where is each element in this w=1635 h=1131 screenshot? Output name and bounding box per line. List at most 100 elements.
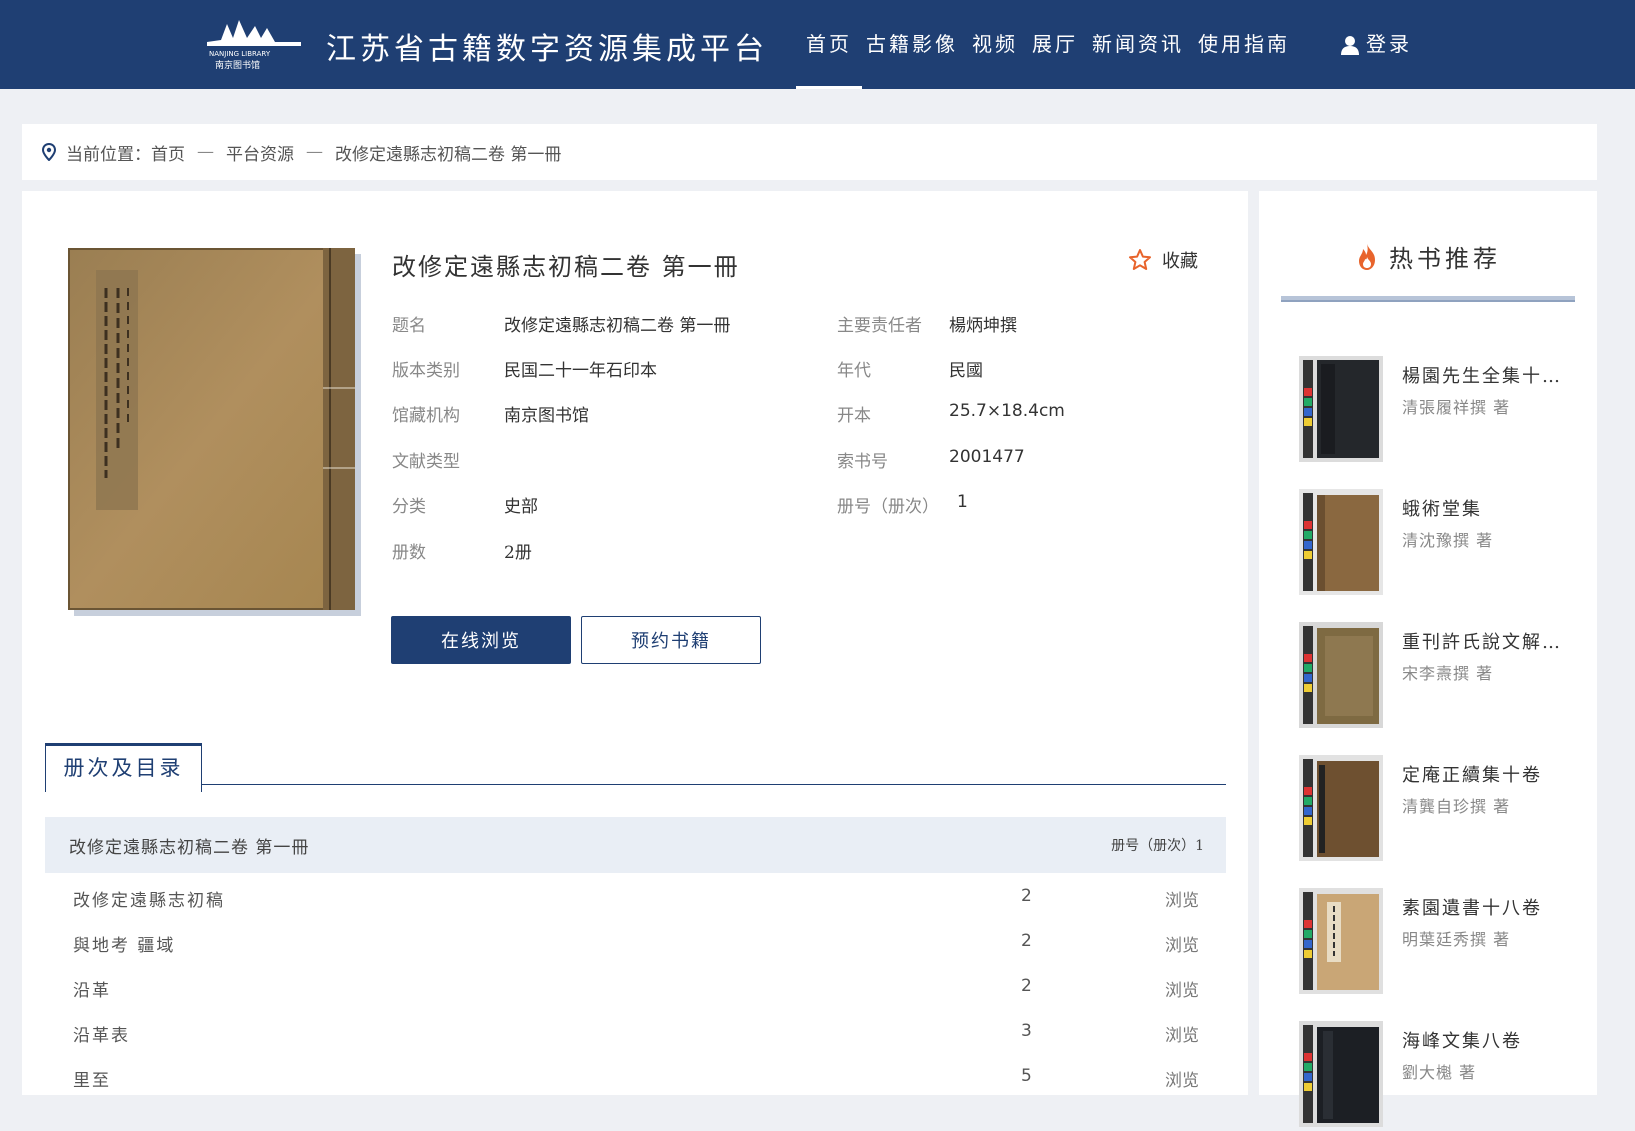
toc-entry-page: 2 bbox=[1021, 931, 1032, 951]
toc-browse-link[interactable]: 浏览 bbox=[1165, 1066, 1199, 1091]
hot-book-author: 清龔自珍撰 著 bbox=[1402, 797, 1511, 816]
login-label: 登录 bbox=[1366, 32, 1412, 56]
breadcrumb-resources[interactable]: 平台资源 bbox=[226, 140, 294, 165]
meta-key: 版本类别 bbox=[392, 361, 460, 381]
meta-key: 题名 bbox=[392, 316, 426, 336]
meta-key: 册号（册次） bbox=[837, 497, 939, 517]
reserve-book-button[interactable]: 预约书籍 bbox=[581, 616, 761, 664]
hot-book-item[interactable]: 蛾術堂集 清沈豫撰 著 bbox=[1299, 489, 1589, 599]
favorite-label: 收藏 bbox=[1162, 251, 1198, 272]
hot-book-item[interactable]: 定庵正續集十卷 清龔自珍撰 著 bbox=[1299, 755, 1589, 865]
breadcrumb-label: 当前位置： bbox=[66, 144, 151, 165]
hot-book-title: 楊園先生全集十六卷 bbox=[1402, 366, 1572, 387]
meta-key: 索书号 bbox=[837, 452, 888, 472]
favorite-button[interactable]: 收藏 bbox=[1128, 247, 1198, 273]
book-cover-image[interactable] bbox=[68, 248, 355, 610]
hot-book-thumbnail bbox=[1299, 622, 1383, 728]
nav-video[interactable]: 视频 bbox=[972, 0, 1018, 89]
toc-entry-title: 沿革 bbox=[73, 981, 111, 1001]
meta-key: 馆藏机构 bbox=[392, 406, 460, 426]
tab-volumes-toc[interactable]: 册次及目录 bbox=[45, 743, 202, 792]
svg-text:南京图书馆: 南京图书馆 bbox=[215, 59, 260, 71]
hot-book-item[interactable]: 楊園先生全集十六卷 清張履祥撰 著 bbox=[1299, 356, 1589, 466]
breadcrumb: 当前位置： 首页 — 平台资源 — 改修定遠縣志初稿二卷 第一冊 bbox=[22, 124, 1597, 180]
breadcrumb-home[interactable]: 首页 bbox=[151, 140, 185, 165]
hot-book-item[interactable]: 素園遺書十八卷 明葉廷秀撰 著 bbox=[1299, 888, 1589, 998]
toc-volume-header: 改修定遠縣志初稿二卷 第一冊 册号（册次）1 bbox=[45, 817, 1226, 873]
meta-value: 2001477 bbox=[949, 447, 1025, 467]
hot-book-author: 宋李燾撰 著 bbox=[1402, 664, 1494, 683]
hot-book-thumbnail bbox=[1299, 888, 1383, 994]
top-header: NANJING LIBRARY 南京图书馆 江苏省古籍数字资源集成平台 首页 古… bbox=[0, 0, 1635, 89]
star-icon bbox=[1129, 249, 1151, 270]
toc-browse-link[interactable]: 浏览 bbox=[1165, 886, 1199, 911]
hot-book-title: 素園遺書十八卷 bbox=[1402, 898, 1542, 919]
hot-book-thumbnail bbox=[1299, 1021, 1383, 1127]
library-logo[interactable]: NANJING LIBRARY 南京图书馆 bbox=[205, 14, 305, 74]
toc-entry-title: 與地考 疆域 bbox=[73, 936, 176, 956]
svg-text:NANJING LIBRARY: NANJING LIBRARY bbox=[209, 50, 271, 58]
toc-volume-number: 册号（册次）1 bbox=[1111, 838, 1204, 854]
hot-book-author: 清張履祥撰 著 bbox=[1402, 398, 1511, 417]
sidebar-divider bbox=[1281, 296, 1575, 302]
location-pin-icon bbox=[42, 143, 56, 161]
toc-tabbar: 册次及目录 bbox=[45, 743, 1226, 792]
book-detail-panel: 改修定遠縣志初稿二卷 第一冊 收藏 题名 改修定遠縣志初稿二卷 第一冊 版本类别… bbox=[22, 191, 1248, 1095]
nav-news[interactable]: 新闻资讯 bbox=[1092, 0, 1184, 89]
meta-value: 改修定遠縣志初稿二卷 第一冊 bbox=[504, 316, 731, 336]
toc-entry-page: 2 bbox=[1021, 886, 1032, 906]
meta-key: 年代 bbox=[837, 361, 871, 381]
toc-browse-link[interactable]: 浏览 bbox=[1165, 1021, 1199, 1046]
hot-book-thumbnail bbox=[1299, 356, 1383, 462]
meta-key: 主要责任者 bbox=[837, 316, 922, 336]
meta-key: 分类 bbox=[392, 497, 426, 517]
hot-book-item[interactable]: 重刊許氏說文解字五音韻譜 宋李燾撰 著 bbox=[1299, 622, 1589, 732]
hot-book-title: 蛾術堂集 bbox=[1402, 499, 1482, 520]
meta-value: 2册 bbox=[504, 543, 532, 563]
main-nav: 首页 古籍影像 视频 展厅 新闻资讯 使用指南 bbox=[796, 0, 1304, 89]
breadcrumb-current: 改修定遠縣志初稿二卷 第一冊 bbox=[335, 144, 562, 165]
user-icon bbox=[1341, 35, 1359, 55]
meta-value: 1 bbox=[957, 492, 968, 512]
meta-value: 民国二十一年石印本 bbox=[504, 361, 657, 381]
meta-key: 册数 bbox=[392, 543, 426, 563]
toc-entry-title: 里至 bbox=[73, 1071, 111, 1091]
toc-browse-link[interactable]: 浏览 bbox=[1165, 976, 1199, 1001]
sidebar-title: 热书推荐 bbox=[1355, 239, 1501, 274]
toc-entry-page: 5 bbox=[1021, 1066, 1032, 1086]
hot-books-sidebar: 热书推荐 楊園先生全集十六卷 清張履祥撰 著 蛾術堂集 清沈豫撰 著 重刊許氏說… bbox=[1259, 191, 1597, 1127]
toc-entry-page: 3 bbox=[1021, 1021, 1032, 1041]
nav-guide[interactable]: 使用指南 bbox=[1198, 0, 1290, 89]
hot-book-author: 劉大櫆 著 bbox=[1402, 1063, 1477, 1082]
hot-book-author: 清沈豫撰 著 bbox=[1402, 531, 1494, 550]
browse-online-button[interactable]: 在线浏览 bbox=[391, 616, 571, 664]
nav-home[interactable]: 首页 bbox=[796, 0, 862, 89]
hot-book-title: 重刊許氏說文解字五音韻譜 bbox=[1402, 632, 1572, 653]
breadcrumb-separator: — bbox=[306, 142, 323, 162]
toc-browse-link[interactable]: 浏览 bbox=[1165, 931, 1199, 956]
hot-book-item[interactable]: 海峰文集八卷 劉大櫆 著 bbox=[1299, 1021, 1589, 1131]
toc-entry-title: 沿革表 bbox=[73, 1026, 130, 1046]
meta-key: 文献类型 bbox=[392, 452, 460, 472]
meta-value: 25.7×18.4cm bbox=[949, 401, 1065, 421]
flame-icon bbox=[1359, 243, 1375, 270]
meta-value: 南京图书馆 bbox=[504, 406, 589, 426]
nav-images[interactable]: 古籍影像 bbox=[866, 0, 958, 89]
breadcrumb-separator: — bbox=[197, 142, 214, 162]
hot-book-title: 定庵正續集十卷 bbox=[1402, 765, 1542, 786]
meta-value: 楊炳坤撰 bbox=[949, 316, 1017, 336]
hot-book-author: 明葉廷秀撰 著 bbox=[1402, 930, 1511, 949]
toc-row: 沿革 2 浏览 bbox=[45, 964, 1226, 1009]
hot-book-thumbnail bbox=[1299, 755, 1383, 861]
toc-row: 沿革表 3 浏览 bbox=[45, 1009, 1226, 1054]
nav-exhibition[interactable]: 展厅 bbox=[1032, 0, 1078, 89]
meta-key: 开本 bbox=[837, 406, 871, 426]
site-title[interactable]: 江苏省古籍数字资源集成平台 bbox=[326, 24, 768, 68]
toc-volume-title: 改修定遠縣志初稿二卷 第一冊 bbox=[69, 838, 310, 858]
login-button[interactable]: 登录 bbox=[1340, 0, 1412, 89]
toc-row: 與地考 疆域 2 浏览 bbox=[45, 919, 1226, 964]
hot-book-thumbnail bbox=[1299, 489, 1383, 595]
sidebar-title-label: 热书推荐 bbox=[1389, 245, 1501, 273]
toc-entry-title: 改修定遠縣志初稿 bbox=[73, 891, 225, 911]
book-title: 改修定遠縣志初稿二卷 第一冊 bbox=[392, 253, 740, 281]
